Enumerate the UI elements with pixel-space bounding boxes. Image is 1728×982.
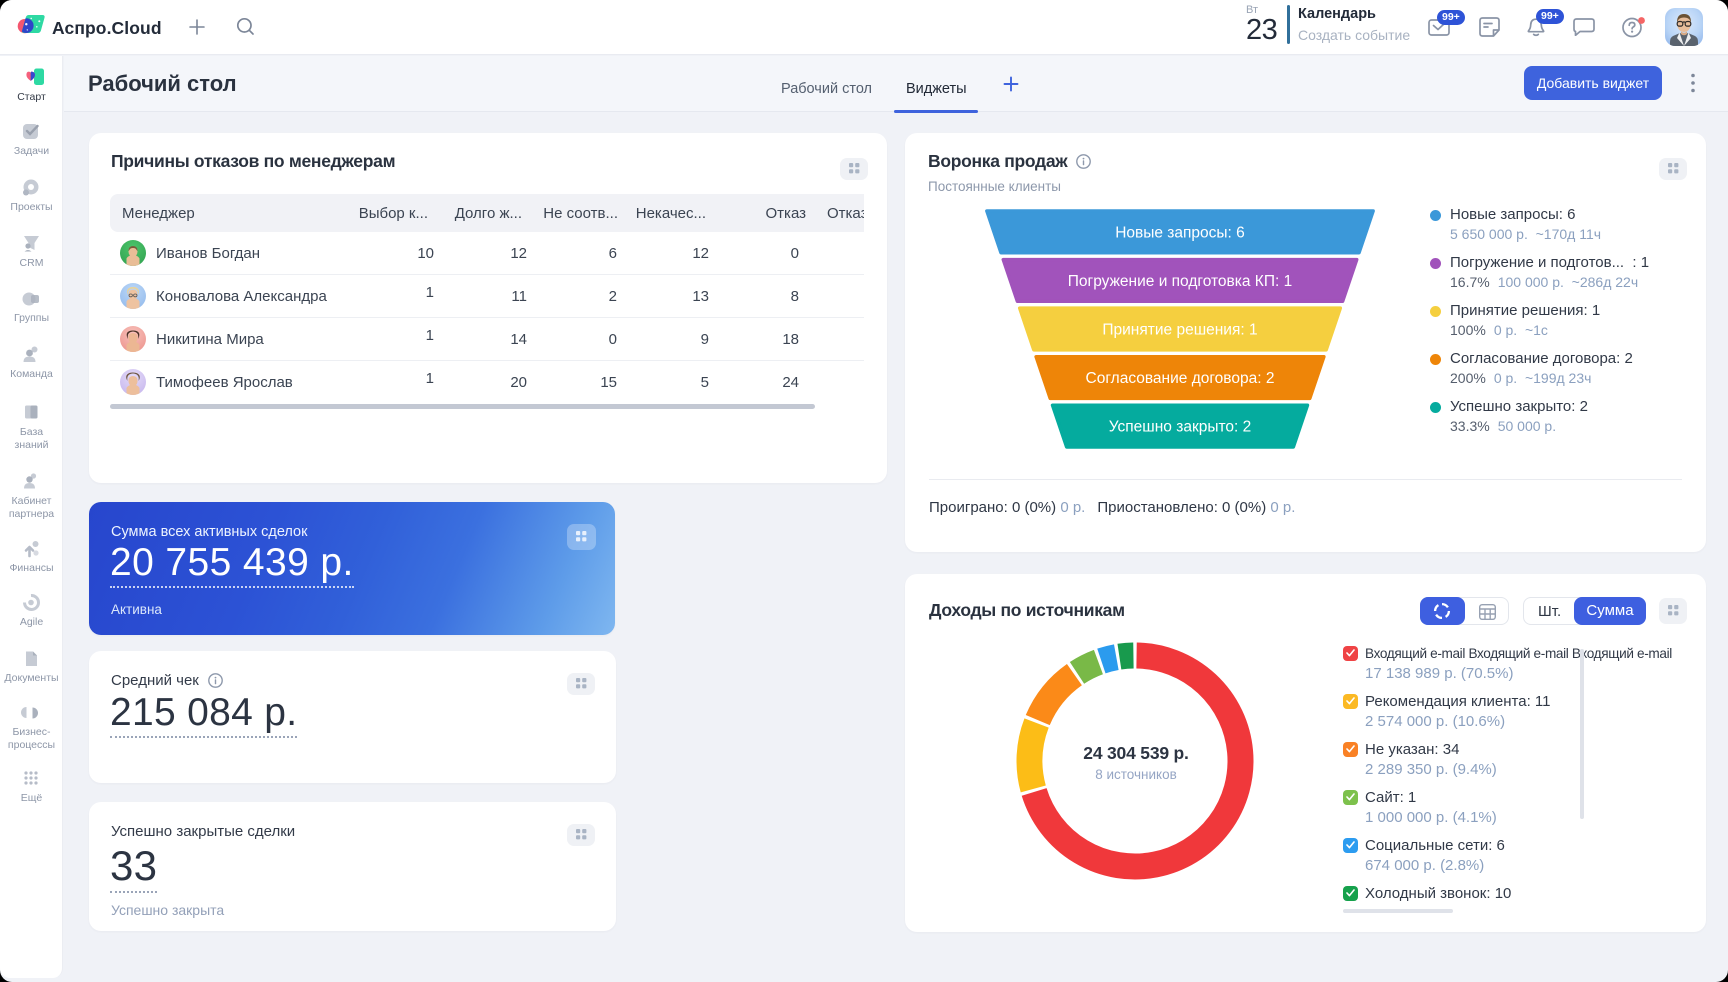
svg-text:Успешно закрыто: 2: Успешно закрыто: 2 [1109, 419, 1252, 436]
svg-text:Новые запросы: 6: Новые запросы: 6 [1115, 224, 1245, 241]
svg-text:Принятие решения: 1: Принятие решения: 1 [1102, 322, 1257, 339]
svg-text:Погружение и подготовка КП: 1: Погружение и подготовка КП: 1 [1068, 273, 1292, 290]
svg-text:Согласование договора: 2: Согласование договора: 2 [1086, 370, 1275, 387]
